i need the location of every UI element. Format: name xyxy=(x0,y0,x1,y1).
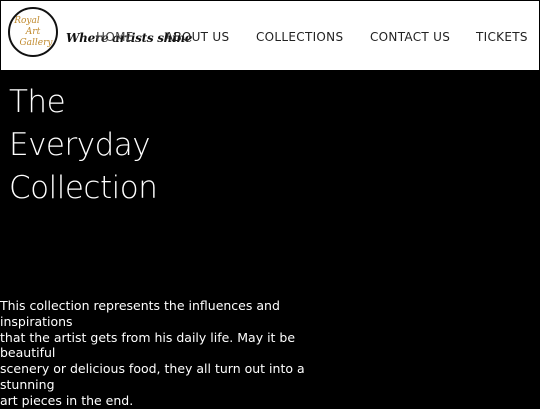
description-line: scenery or delicious food, they all turn… xyxy=(0,361,305,377)
title-line: The xyxy=(9,84,66,120)
title-line: Collection xyxy=(9,170,158,206)
logo-text-art: Art xyxy=(25,27,41,37)
logo-text-gallery: Gallery xyxy=(19,38,53,48)
collection-description: This collection represents the influence… xyxy=(0,298,305,409)
description-line: This collection represents the influence… xyxy=(0,298,280,313)
nav-about-link[interactable]: ABOUT US xyxy=(165,30,229,44)
site-header: Royal Art Gallery Where artists shine HO… xyxy=(0,0,540,71)
nav-collections-link[interactable]: COLLECTIONS xyxy=(256,30,343,44)
title-line: Everyday xyxy=(9,127,151,163)
logo-text-royal: Royal xyxy=(14,16,40,26)
gallery-logo[interactable]: Royal Art Gallery xyxy=(8,7,58,57)
description-line: art pieces in the end. xyxy=(0,392,134,408)
nav-tickets-link[interactable]: TICKETS xyxy=(476,30,528,44)
description-line: inspirations xyxy=(0,313,73,329)
nav-home-link[interactable]: HOME xyxy=(96,30,134,44)
description-line: stunning xyxy=(0,376,55,392)
description-line: that the artist gets from his daily life… xyxy=(0,329,296,345)
description-line: beautiful xyxy=(0,345,56,361)
collection-title: The Everyday Collection xyxy=(9,81,158,210)
nav-contact-link[interactable]: CONTACT US xyxy=(370,30,450,44)
